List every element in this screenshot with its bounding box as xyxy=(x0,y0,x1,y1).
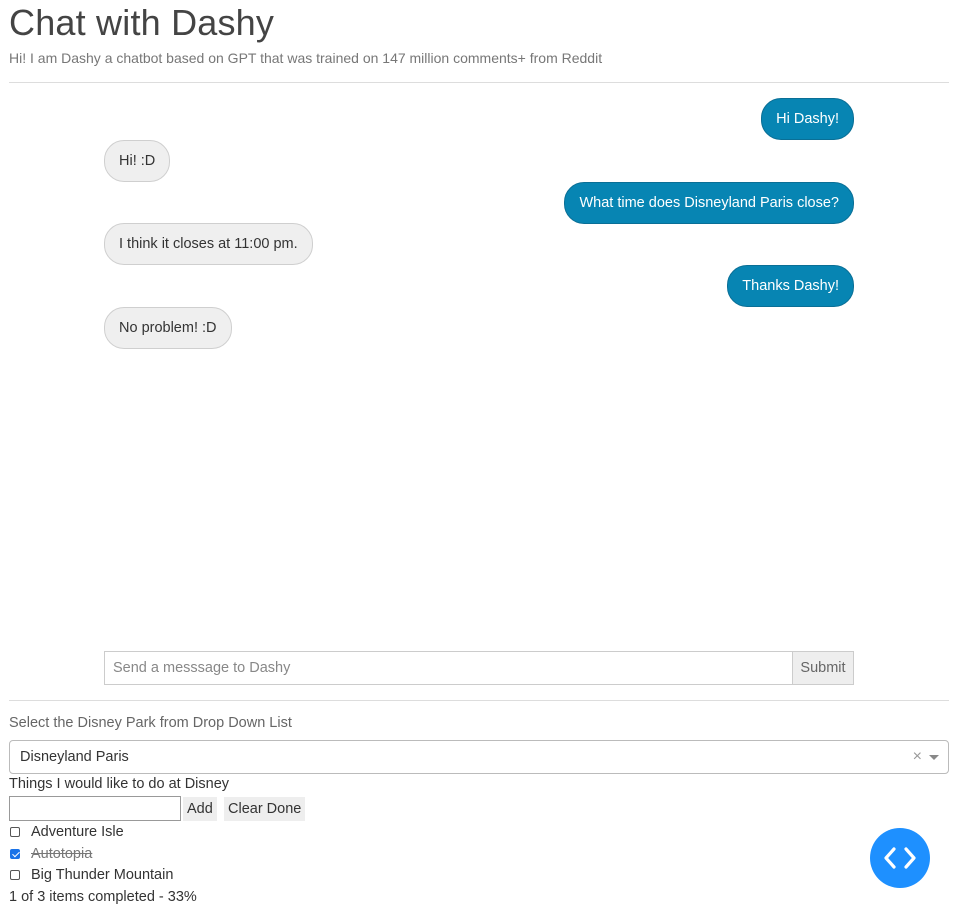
page-title: Chat with Dashy xyxy=(9,2,275,43)
divider xyxy=(9,82,949,83)
todo-input[interactable] xyxy=(9,796,181,821)
chat-input-row: Submit xyxy=(104,651,854,685)
bot-message: I think it closes at 11:00 pm. xyxy=(104,223,313,265)
chevron-down-icon[interactable] xyxy=(929,755,939,760)
park-select[interactable]: Disneyland Paris × xyxy=(9,740,949,774)
todo-checkbox[interactable] xyxy=(10,870,20,880)
bot-message: No problem! :D xyxy=(104,307,232,349)
park-select-value: Disneyland Paris xyxy=(20,749,129,765)
todo-item-label: Big Thunder Mountain xyxy=(31,867,174,883)
code-toggle-button[interactable] xyxy=(870,828,930,888)
clear-icon[interactable]: × xyxy=(913,748,922,766)
todo-item-label: Autotopia xyxy=(31,846,93,862)
bot-message: Hi! :D xyxy=(104,140,171,182)
todo-checkbox[interactable] xyxy=(10,849,20,859)
page-subtitle: Hi! I am Dashy a chatbot based on GPT th… xyxy=(9,50,603,66)
add-button[interactable]: Add xyxy=(183,797,217,821)
divider xyxy=(9,700,949,701)
todo-item-label: Adventure Isle xyxy=(31,824,124,840)
todo-status: 1 of 3 items completed - 33% xyxy=(9,889,197,905)
park-select-label: Select the Disney Park from Drop Down Li… xyxy=(9,715,292,731)
user-message: What time does Disneyland Paris close? xyxy=(564,182,854,224)
message-input[interactable] xyxy=(104,651,792,685)
code-brackets-icon xyxy=(884,847,916,869)
todo-checkbox[interactable] xyxy=(10,827,20,837)
user-message: Thanks Dashy! xyxy=(727,265,854,307)
todo-title: Things I would like to do at Disney xyxy=(9,776,230,792)
clear-done-button[interactable]: Clear Done xyxy=(224,797,306,821)
user-message: Hi Dashy! xyxy=(761,98,854,140)
submit-button[interactable]: Submit xyxy=(792,651,854,685)
